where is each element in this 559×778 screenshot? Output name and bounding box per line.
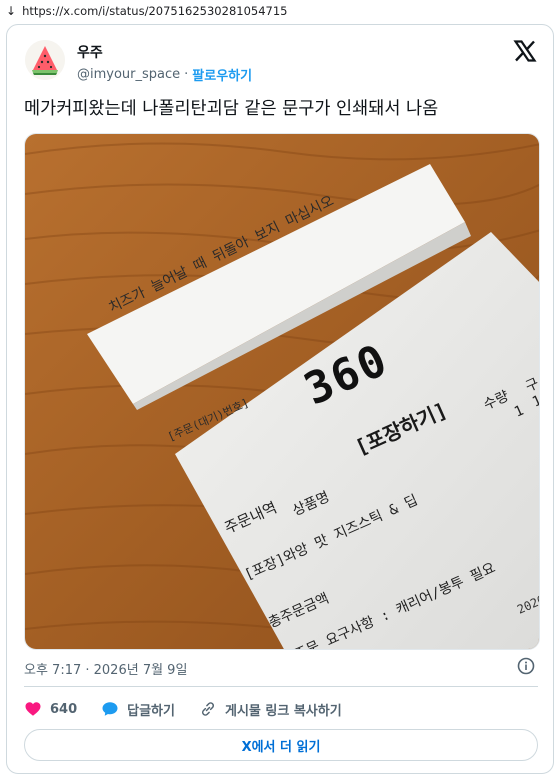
copy-link-button[interactable]: 게시물 링크 복사하기 bbox=[199, 700, 342, 719]
separator-dot: · bbox=[184, 67, 189, 82]
reply-label: 답글하기 bbox=[127, 703, 175, 719]
tweet-photo[interactable]: 치즈가 늘어날 때 뒤돌아 보지 마십시오 [주문(대기)번호] 360 [포장… bbox=[24, 133, 540, 650]
watermelon-avatar-icon bbox=[25, 40, 65, 80]
tweet-card: 우주 @imyour_space · 팔로우하기 메가커피왔는데 나폴리탄괴담 … bbox=[6, 24, 554, 774]
avatar[interactable] bbox=[25, 40, 65, 80]
info-icon[interactable] bbox=[517, 657, 535, 675]
copy-link-label: 게시물 링크 복사하기 bbox=[224, 703, 342, 719]
url-text[interactable]: https://x.com/i/status/20751625302810547… bbox=[22, 4, 287, 18]
author-handle[interactable]: @imyour_space bbox=[77, 67, 180, 82]
like-button[interactable]: 640 bbox=[24, 700, 77, 718]
download-arrow-icon: ↓ bbox=[6, 4, 17, 18]
follow-button[interactable]: 팔로우하기 bbox=[192, 65, 252, 84]
like-count: 640 bbox=[50, 701, 78, 717]
tweet-timestamp[interactable]: 오후 7:17 · 2026년 7월 9일 bbox=[24, 659, 187, 678]
x-logo-icon[interactable] bbox=[513, 39, 537, 63]
tweet-text: 메가커피왔는데 나폴리탄괴담 같은 문구가 인쇄돼서 나옴 bbox=[24, 99, 439, 119]
reply-button[interactable]: 답글하기 bbox=[101, 700, 175, 719]
link-icon bbox=[201, 702, 214, 716]
url-bar[interactable]: ↓ https://x.com/i/status/207516253028105… bbox=[0, 0, 559, 22]
read-more-button[interactable]: X에서 더 읽기 bbox=[24, 729, 538, 761]
divider bbox=[24, 686, 538, 687]
heart-icon bbox=[25, 702, 41, 716]
action-bar: 640 답글하기 게시물 링크 복사하기 bbox=[24, 698, 366, 720]
reply-bubble-icon bbox=[102, 702, 118, 716]
author-name[interactable]: 우주 bbox=[77, 42, 103, 62]
author-handle-row: @imyour_space · 팔로우하기 bbox=[77, 65, 252, 84]
